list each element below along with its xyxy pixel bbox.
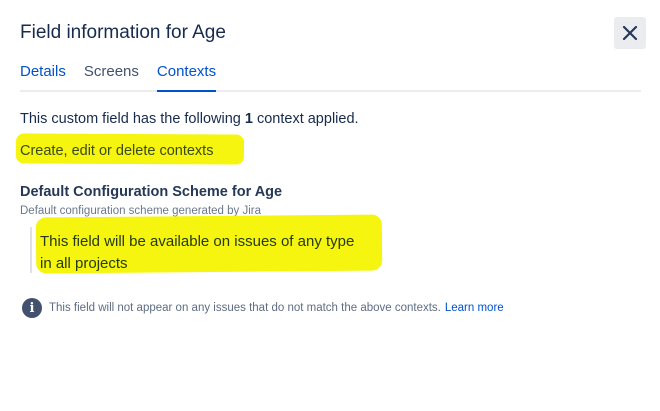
availability-line: in all projects (40, 255, 128, 272)
applied-suffix: context applied. (256, 111, 359, 127)
learn-more-link[interactable]: Learn more (445, 302, 504, 314)
dialog-title: Field information for Age (20, 22, 226, 43)
tab-bar: Details Screens Contexts (20, 62, 641, 92)
info-icon: i (22, 298, 42, 318)
field-info-dialog: Field information for Age Details Screen… (0, 0, 660, 411)
contexts-applied-text: This custom field has the following 1 co… (20, 111, 359, 127)
scheme-name: Default Configuration Scheme for Age (20, 184, 283, 200)
tab-details[interactable]: Details (20, 62, 66, 90)
close-icon (622, 25, 638, 41)
availability-line: This field will be available on issues o… (40, 233, 355, 250)
quote-divider (30, 227, 32, 273)
applied-prefix: This custom field has the following (20, 111, 241, 127)
tab-contexts[interactable]: Contexts (156, 62, 217, 92)
info-text: This field will not appear on any issues… (49, 302, 441, 314)
info-message: i This field will not appear on any issu… (22, 298, 504, 318)
tab-screens[interactable]: Screens (84, 62, 139, 90)
availability-text: This field will be available on issues o… (40, 231, 354, 275)
applied-count: 1 (244, 111, 253, 127)
manage-contexts-link[interactable]: Create, edit or delete contexts (20, 143, 213, 159)
close-button[interactable] (614, 17, 646, 49)
